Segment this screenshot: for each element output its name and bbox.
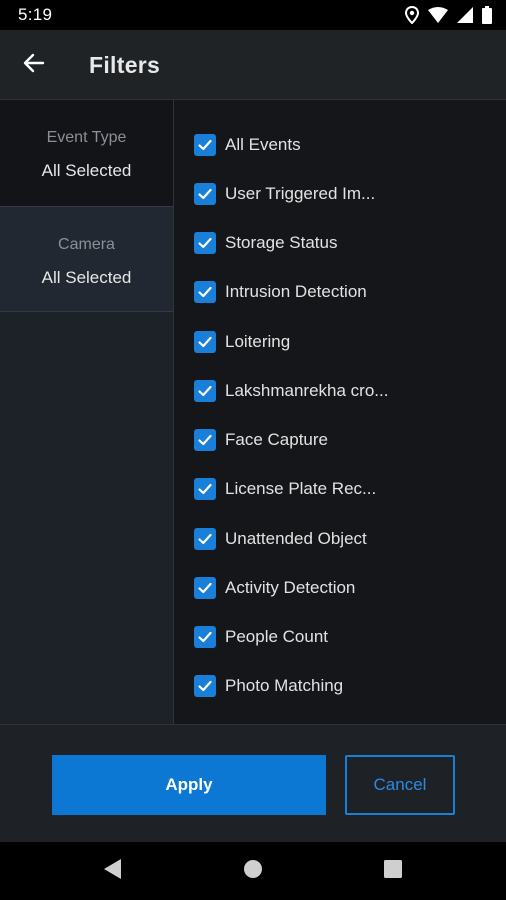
apply-button[interactable]: Apply (52, 755, 326, 815)
category-label: Camera (58, 236, 115, 253)
checkbox-checked-icon[interactable] (194, 429, 216, 451)
option-photo-matching[interactable]: Photo Matching (194, 671, 494, 701)
option-unattended-object[interactable]: Unattended Object (194, 524, 494, 554)
home-circle-icon (243, 859, 263, 884)
app-bar: Filters (0, 30, 506, 100)
page-title: Filters (89, 52, 161, 78)
checkbox-checked-icon[interactable] (194, 577, 216, 599)
category-pane: Event Type All Selected Camera All Selec… (0, 100, 174, 724)
checkbox-checked-icon[interactable] (194, 528, 216, 550)
option-face-capture[interactable]: Face Capture (194, 425, 494, 455)
option-label: Unattended Object (225, 529, 367, 548)
back-triangle-icon (102, 858, 122, 885)
checkbox-checked-icon[interactable] (194, 478, 216, 500)
checkbox-checked-icon[interactable] (194, 183, 216, 205)
option-user-triggered[interactable]: User Triggered Im... (194, 179, 494, 209)
option-label: Intrusion Detection (225, 282, 367, 301)
status-time: 5:19 (18, 5, 53, 24)
signal-icon (457, 7, 473, 23)
nav-back-button[interactable] (97, 856, 127, 886)
status-bar: 5:19 (0, 0, 506, 30)
option-label: User Triggered Im... (225, 184, 376, 203)
checkbox-checked-icon[interactable] (194, 380, 216, 402)
option-label: Activity Detection (225, 578, 356, 597)
checkbox-checked-icon[interactable] (194, 626, 216, 648)
option-label: License Plate Rec... (225, 479, 377, 498)
action-bar: Apply Cancel (0, 724, 506, 842)
category-value: All Selected (41, 161, 132, 180)
option-label: Loitering (225, 332, 291, 351)
wifi-icon (428, 7, 448, 23)
status-icons (405, 6, 492, 24)
arrow-left-icon (22, 51, 46, 80)
checkbox-checked-icon[interactable] (194, 675, 216, 697)
option-label: Photo Matching (225, 676, 344, 695)
option-license-plate[interactable]: License Plate Rec... (194, 474, 494, 504)
checkbox-checked-icon[interactable] (194, 281, 216, 303)
nav-recents-button[interactable] (378, 856, 408, 886)
option-all-events[interactable]: All Events (194, 130, 494, 160)
navigation-bar (0, 842, 506, 900)
filters-screen: 5:19 Filters Event Type All Selected Cam… (0, 0, 506, 900)
category-event-type[interactable]: Event Type All Selected (0, 100, 173, 206)
category-value: All Selected (41, 268, 132, 287)
option-label: Storage Status (225, 233, 338, 252)
nav-home-button[interactable] (238, 856, 268, 886)
recents-square-icon (384, 859, 402, 883)
checkbox-checked-icon[interactable] (194, 232, 216, 254)
category-camera[interactable]: Camera All Selected (0, 206, 173, 312)
option-label: Face Capture (225, 430, 328, 449)
option-label: All Events (225, 135, 301, 154)
category-label: Event Type (46, 129, 127, 146)
location-icon (405, 6, 419, 24)
option-label: People Count (225, 627, 329, 646)
checkbox-checked-icon[interactable] (194, 331, 216, 353)
option-loitering[interactable]: Loitering (194, 327, 494, 357)
checkbox-checked-icon[interactable] (194, 134, 216, 156)
option-lakshmanrekha[interactable]: Lakshmanrekha cro... (194, 376, 494, 406)
cancel-button[interactable]: Cancel (345, 755, 455, 815)
option-activity-detection[interactable]: Activity Detection (194, 573, 494, 603)
back-button[interactable] (14, 45, 54, 85)
option-label: Lakshmanrekha cro... (225, 381, 389, 400)
option-intrusion-detection[interactable]: Intrusion Detection (194, 277, 494, 307)
options-pane: All Events User Triggered Im... Storage … (174, 100, 506, 724)
option-people-count[interactable]: People Count (194, 622, 494, 652)
option-storage-status[interactable]: Storage Status (194, 228, 494, 258)
battery-icon (482, 6, 492, 24)
